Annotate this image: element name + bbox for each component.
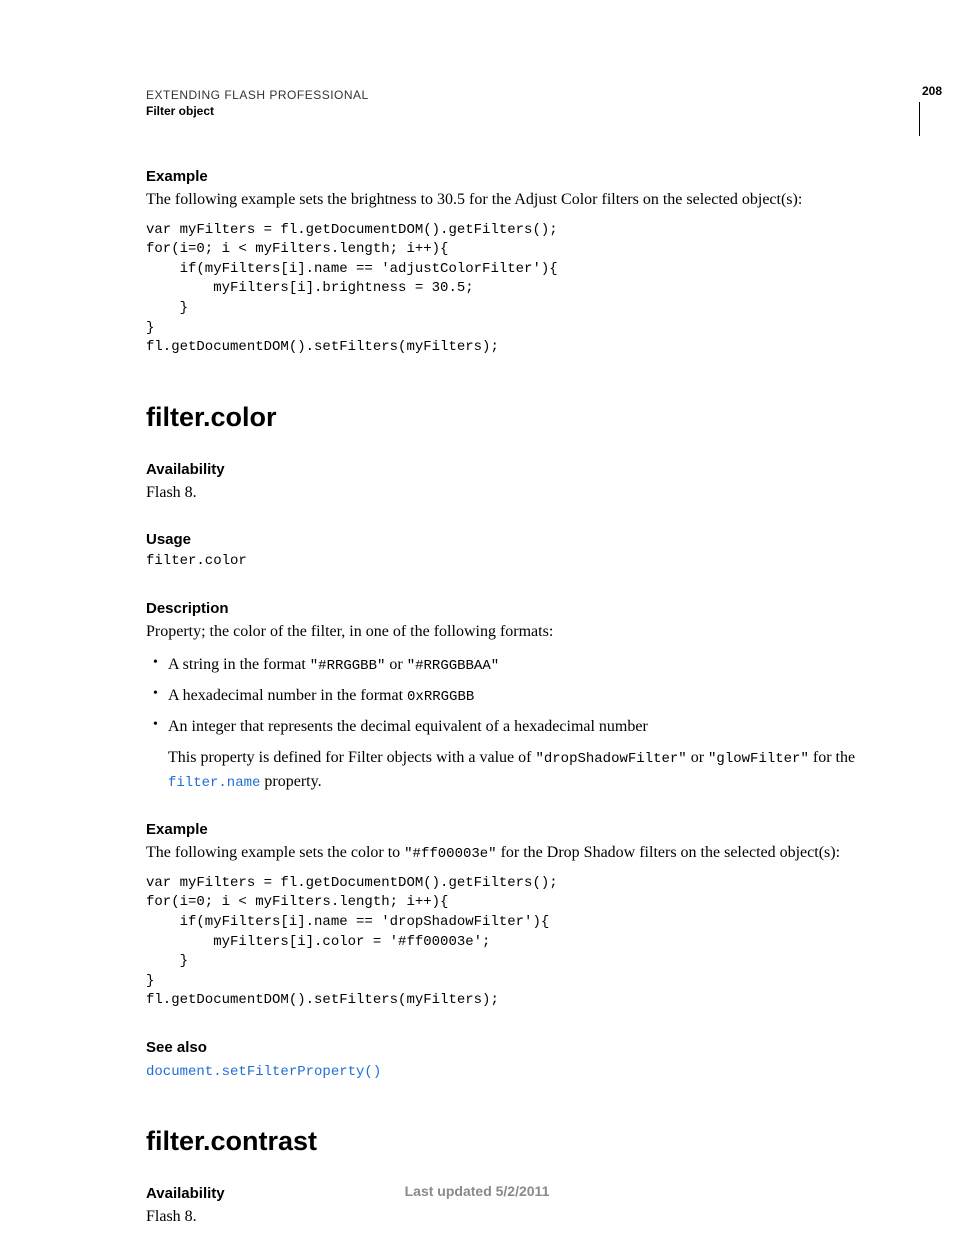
list-text: A string in the format xyxy=(168,656,310,673)
doc-title: EXTENDING FLASH PROFESSIONAL xyxy=(146,88,864,102)
page: EXTENDING FLASH PROFESSIONAL Filter obje… xyxy=(0,0,954,1235)
list-item: A string in the format "#RRGGBB" or "#RR… xyxy=(146,653,864,676)
heading-see-also: See also xyxy=(146,1039,864,1056)
code-inline: 0xRRGGBB xyxy=(407,689,474,705)
link-set-filter-property[interactable]: document.setFilterProperty() xyxy=(146,1064,381,1080)
code-inline: "glowFilter" xyxy=(708,751,809,767)
code-inline: "#ff00003e" xyxy=(404,846,496,862)
heading-description: Description xyxy=(146,600,864,617)
description-intro: Property; the color of the filter, in on… xyxy=(146,621,864,643)
list-text: A hexadecimal number in the format xyxy=(168,687,407,704)
example-intro: The following example sets the color to … xyxy=(146,842,864,864)
list-text: An integer that represents the decimal e… xyxy=(168,718,648,735)
list-item: A hexadecimal number in the format 0xRRG… xyxy=(146,684,864,707)
heading-example: Example xyxy=(146,821,864,838)
page-number-rule xyxy=(919,102,920,136)
page-header: EXTENDING FLASH PROFESSIONAL Filter obje… xyxy=(146,88,864,118)
list-item: An integer that represents the decimal e… xyxy=(146,715,864,793)
example-intro: The following example sets the brightnes… xyxy=(146,189,864,211)
title-filter-color: filter.color xyxy=(146,402,864,433)
example-text: for the Drop Shadow filters on the selec… xyxy=(497,844,840,861)
code-inline: "dropShadowFilter" xyxy=(535,751,686,767)
availability-text: Flash 8. xyxy=(146,1206,864,1228)
usage-code: filter.color xyxy=(146,552,864,572)
sub-text: property. xyxy=(260,773,321,790)
heading-example: Example xyxy=(146,168,864,185)
page-number: 208 xyxy=(922,84,942,98)
code-block: var myFilters = fl.getDocumentDOM().getF… xyxy=(146,221,864,358)
code-block: var myFilters = fl.getDocumentDOM().getF… xyxy=(146,874,864,1011)
code-inline: "#RRGGBBAA" xyxy=(407,658,499,674)
heading-usage: Usage xyxy=(146,531,864,548)
heading-availability: Availability xyxy=(146,461,864,478)
code-inline: "#RRGGBB" xyxy=(310,658,386,674)
format-list: A string in the format "#RRGGBB" or "#RR… xyxy=(146,653,864,793)
title-filter-contrast: filter.contrast xyxy=(146,1126,864,1157)
sub-text: or xyxy=(687,749,708,766)
link-filter-name[interactable]: filter.name xyxy=(168,775,260,791)
sub-text: for the xyxy=(809,749,855,766)
example-text: The following example sets the color to xyxy=(146,844,404,861)
list-text: or xyxy=(385,656,406,673)
see-also-links: document.setFilterProperty() xyxy=(146,1060,864,1082)
list-subparagraph: This property is defined for Filter obje… xyxy=(168,746,864,793)
sub-text: This property is defined for Filter obje… xyxy=(168,749,535,766)
chapter-title: Filter object xyxy=(146,104,864,118)
footer-last-updated: Last updated 5/2/2011 xyxy=(0,1183,954,1199)
availability-text: Flash 8. xyxy=(146,482,864,504)
